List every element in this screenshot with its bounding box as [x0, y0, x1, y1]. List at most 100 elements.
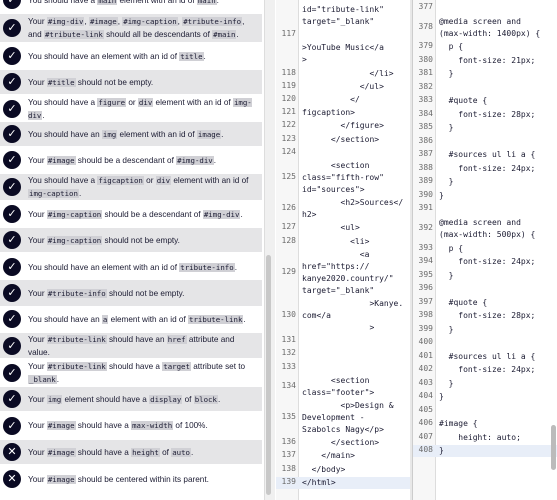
code-text: }: [439, 123, 454, 133]
line-number: 401: [418, 350, 433, 360]
code-line[interactable]: 384 font-size: 28px;: [413, 109, 557, 121]
css-editor[interactable]: 377 378 @media screen and (max-width: 1400…: [412, 0, 557, 500]
code-line[interactable]: 381 }: [413, 68, 557, 80]
code-line[interactable]: 133: [276, 362, 410, 374]
line-number: 394: [418, 256, 433, 266]
code-text: #image {: [439, 419, 478, 429]
test-text: Your #img-caption should be a descendant…: [28, 209, 243, 219]
code-line[interactable]: 137 </main>: [276, 450, 410, 462]
code-line[interactable]: 377: [413, 2, 557, 14]
test-text: Your #title should not be empty.: [28, 77, 154, 87]
code-line[interactable]: 390}: [413, 190, 557, 202]
code-line[interactable]: 397 #quote {: [413, 297, 557, 309]
code-line[interactable]: 132: [276, 348, 410, 360]
test-item: ✕ Your #image should have a height of aut…: [0, 440, 262, 464]
line-number: 126: [281, 203, 296, 213]
code-line[interactable]: 382: [413, 82, 557, 94]
code-line[interactable]: id="tribute-link" target="_blank": [276, 4, 410, 28]
test-item: ✓ Your #tribute-info should not be empty.: [0, 280, 262, 306]
test-item: ✓ Your #img-caption should not be empty.: [0, 228, 262, 252]
line-number: 392: [418, 222, 433, 232]
code-line[interactable]: 394 font-size: 24px;: [413, 256, 557, 268]
line-number: 408: [418, 445, 433, 455]
code-text: </body>: [302, 464, 346, 474]
line-number: 119: [281, 80, 296, 90]
code-text: #sources ul li a {: [439, 351, 536, 361]
test-text: Your #img-div, #image, #img-caption, #tr…: [28, 17, 245, 39]
code-line[interactable]: 123 </section>: [276, 134, 410, 146]
code-line[interactable]: 400: [413, 337, 557, 349]
html-editor[interactable]: id="tribute-link" target="_blank" 117 >You…: [276, 0, 410, 500]
test-item: ✓ Your #img-div, #image, #img-caption, #t…: [0, 14, 262, 42]
code-line[interactable]: 122 </figure>: [276, 120, 410, 132]
code-line[interactable]: 124: [276, 147, 410, 159]
code-line[interactable]: 393 p {: [413, 243, 557, 255]
code-line[interactable]: 385 }: [413, 122, 557, 134]
code-line[interactable]: 407 height: auto;: [413, 432, 557, 444]
code-text: >Kanye. com</a >: [302, 299, 404, 332]
check-icon: ✓: [3, 231, 21, 249]
code-line[interactable]: 378 @media screen and (max-width: 1400px)…: [413, 16, 557, 41]
code-line[interactable]: 387 #sources ul li a {: [413, 149, 557, 161]
code-line[interactable]: 408}: [413, 445, 557, 458]
test-item: ✓ Your #image should be a descendant of #…: [0, 148, 262, 172]
test-panel-scrollbar-thumb[interactable]: [266, 255, 271, 495]
code-line[interactable]: 388 font-size: 24px;: [413, 163, 557, 175]
code-line[interactable]: 128 <li>: [276, 236, 410, 248]
line-number: 404: [418, 391, 433, 401]
code-line[interactable]: 126 <h2>Sources</ h2>: [276, 197, 410, 221]
code-text: id="tribute-link" target="_blank": [302, 5, 384, 26]
code-line[interactable]: >YouTube Music</a >: [276, 42, 410, 66]
code-line[interactable]: 130 >Kanye. com</a >: [276, 298, 410, 334]
code-line[interactable]: 121 figcaption>: [276, 107, 410, 119]
test-item: ✓ Your #image should have a max-width of …: [0, 413, 262, 438]
code-text: #sources ul li a {: [439, 150, 536, 160]
code-line[interactable]: 398 font-size: 28px;: [413, 310, 557, 322]
code-line[interactable]: 119 </ul>: [276, 81, 410, 93]
css-editor-scrollbar-thumb[interactable]: [551, 425, 556, 470]
code-line[interactable]: 139 </html>: [276, 476, 410, 489]
code-line[interactable]: 117: [276, 29, 410, 41]
line-number: 393: [418, 242, 433, 252]
code-line[interactable]: 118 </li>: [276, 68, 410, 80]
test-text: Your #image should be a descendant of #i…: [28, 155, 217, 165]
line-number: 131: [281, 335, 296, 345]
code-line[interactable]: 125 <section class="fifth-row" id="sourc…: [276, 160, 410, 196]
code-line[interactable]: 120 </: [276, 94, 410, 106]
code-text: }: [439, 177, 454, 187]
test-item: ✕ Your #image should be centered within i…: [0, 466, 262, 492]
code-line[interactable]: 396: [413, 283, 557, 295]
code-line[interactable]: 379 p {: [413, 41, 557, 53]
code-line[interactable]: 402 font-size: 24px;: [413, 364, 557, 376]
code-text: </html>: [302, 477, 336, 487]
code-line[interactable]: 403 }: [413, 378, 557, 390]
code-line[interactable]: 129 <a href="https:// kanye2020.country/…: [276, 249, 410, 297]
code-line[interactable]: 135 <p>Design & Development - Szabolcs N…: [276, 400, 410, 436]
code-line[interactable]: 404}: [413, 391, 557, 403]
code-text: }: [439, 392, 444, 402]
code-line[interactable]: 134 <section class="footer">: [276, 375, 410, 399]
test-text: Your #tribute-info should not be empty.: [28, 288, 185, 298]
code-line[interactable]: 395 }: [413, 270, 557, 282]
line-number: 128: [281, 235, 296, 245]
code-line[interactable]: 380 font-size: 21px;: [413, 55, 557, 67]
code-text: </main>: [302, 451, 355, 461]
code-line[interactable]: 391: [413, 203, 557, 215]
code-line[interactable]: 127 <ul>: [276, 222, 410, 234]
code-line[interactable]: 399 }: [413, 324, 557, 336]
line-number: 118: [281, 67, 296, 77]
code-line[interactable]: 138 </body>: [276, 464, 410, 476]
check-icon: ✓: [3, 0, 21, 9]
code-line[interactable]: 383 #quote {: [413, 95, 557, 107]
code-line[interactable]: 389 }: [413, 176, 557, 188]
code-line[interactable]: 386: [413, 136, 557, 148]
line-number: 124: [281, 146, 296, 156]
code-line[interactable]: 392 @media screen and (max-width: 500px) …: [413, 217, 557, 242]
code-line[interactable]: 405: [413, 405, 557, 417]
code-line[interactable]: 136 </section>: [276, 437, 410, 449]
code-line[interactable]: 401 #sources ul li a {: [413, 351, 557, 363]
check-icon: ✓: [3, 364, 21, 382]
code-line[interactable]: 406 #image {: [413, 418, 557, 430]
code-line[interactable]: 131: [276, 335, 410, 347]
line-number: 379: [418, 41, 433, 51]
